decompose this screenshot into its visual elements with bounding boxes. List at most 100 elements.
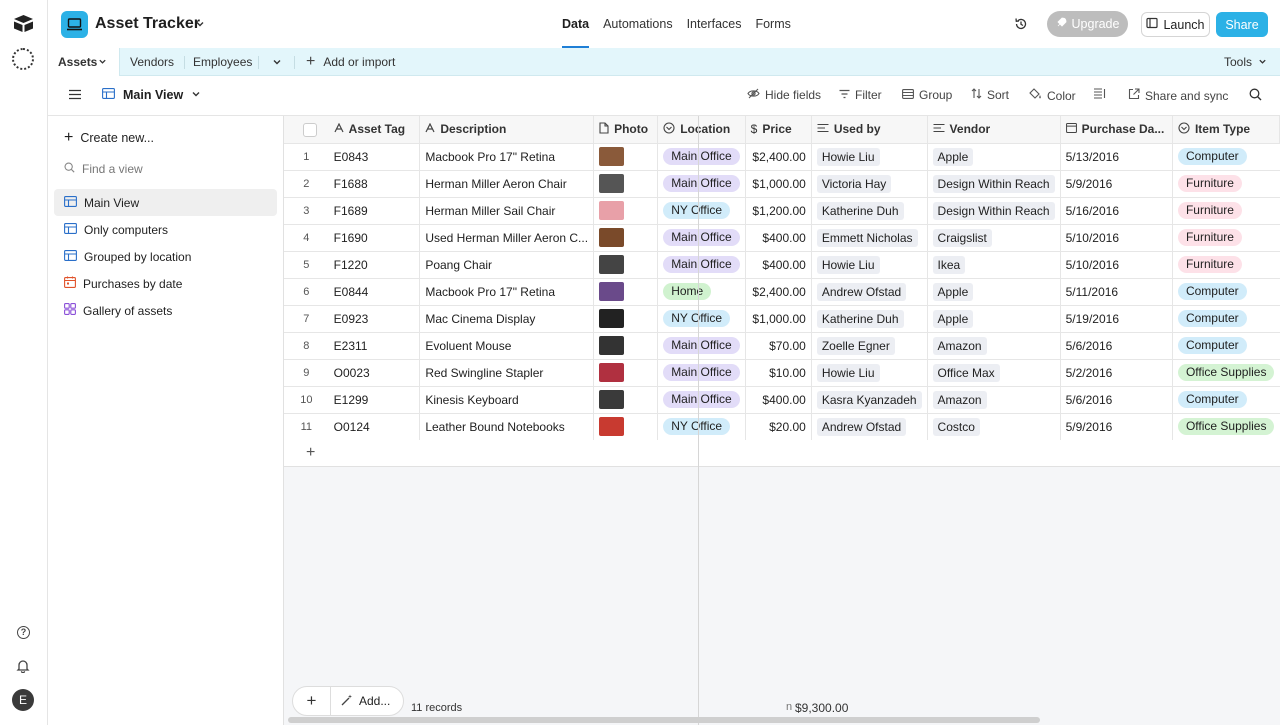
cell-item-type[interactable]: Computer: [1172, 278, 1280, 306]
share-button[interactable]: Share: [1216, 12, 1268, 37]
sidebar-view-only-computers[interactable]: Only computers: [54, 216, 277, 243]
cell-purchase-date[interactable]: 5/6/2016: [1060, 332, 1173, 360]
cell-location[interactable]: NY Office: [657, 413, 746, 441]
cell-purchase-date[interactable]: 5/2/2016: [1060, 359, 1173, 387]
cell-price[interactable]: $400.00: [745, 224, 812, 252]
cell-vendor[interactable]: Costco: [927, 413, 1061, 441]
column-header-item-type[interactable]: Item Type: [1172, 116, 1280, 144]
nav-forms[interactable]: Forms: [748, 0, 797, 48]
help-icon[interactable]: ?: [17, 626, 30, 639]
cell-item-type[interactable]: Office Supplies: [1172, 359, 1280, 387]
cell-price[interactable]: $70.00: [745, 332, 812, 360]
photo-thumbnail[interactable]: [599, 363, 625, 382]
workspace-loading-icon[interactable]: [12, 48, 34, 70]
cell-used-by[interactable]: Katherine Duh: [811, 197, 928, 225]
cell-used-by[interactable]: Zoelle Egner: [811, 332, 928, 360]
cell-photo[interactable]: [593, 413, 659, 441]
table-row[interactable]: 9 O0023 Red Swingline Stapler Main Office $1…: [284, 359, 1280, 387]
cell-vendor[interactable]: Office Max: [927, 359, 1061, 387]
cell-location[interactable]: Main Office: [657, 251, 746, 279]
nav-interfaces[interactable]: Interfaces: [680, 0, 749, 48]
cell-location[interactable]: Main Office: [657, 224, 746, 252]
base-title[interactable]: Asset Tracker: [95, 15, 200, 33]
cell-description[interactable]: Macbook Pro 17" Retina: [419, 278, 595, 306]
nav-data[interactable]: Data: [555, 0, 596, 48]
cell-vendor[interactable]: Design Within Reach: [927, 197, 1061, 225]
cell-description[interactable]: Red Swingline Stapler: [419, 359, 595, 387]
cell-item-type[interactable]: Furniture: [1172, 251, 1280, 279]
cell-purchase-date[interactable]: 5/10/2016: [1060, 251, 1173, 279]
plus-icon[interactable]: +: [306, 444, 315, 462]
cell-location[interactable]: NY Office: [657, 197, 746, 225]
cell-item-type[interactable]: Computer: [1172, 386, 1280, 414]
create-new-view-button[interactable]: + Create new...: [54, 124, 277, 151]
cell-photo[interactable]: [593, 386, 659, 414]
sidebar-view-purchases-by-date[interactable]: Purchases by date: [54, 270, 277, 297]
cell-purchase-date[interactable]: 5/11/2016: [1060, 278, 1173, 306]
cell-used-by[interactable]: Victoria Hay: [811, 170, 928, 198]
airtable-logo-icon[interactable]: [13, 14, 34, 36]
column-header-used-by[interactable]: Used by: [811, 116, 928, 144]
cell-location[interactable]: Main Office: [657, 332, 746, 360]
cell-asset-tag[interactable]: E0843: [328, 143, 421, 171]
add-record-menu-button[interactable]: Add...: [331, 694, 390, 709]
cell-photo[interactable]: [593, 197, 659, 225]
cell-asset-tag[interactable]: O0124: [328, 413, 421, 441]
cell-used-by[interactable]: Emmett Nicholas: [811, 224, 928, 252]
column-header-photo[interactable]: Photo: [593, 116, 659, 144]
cell-used-by[interactable]: Kasra Kyanzadeh: [811, 386, 928, 414]
cell-price[interactable]: $400.00: [745, 251, 812, 279]
cell-location[interactable]: Main Office: [657, 170, 746, 198]
cell-price[interactable]: $10.00: [745, 359, 812, 387]
group-button[interactable]: Group: [902, 88, 952, 102]
tab-employees[interactable]: Employees: [193, 48, 252, 76]
column-header-price[interactable]: $ Price: [745, 116, 812, 144]
cell-purchase-date[interactable]: 5/9/2016: [1060, 170, 1173, 198]
photo-thumbnail[interactable]: [599, 228, 625, 247]
cell-item-type[interactable]: Office Supplies: [1172, 413, 1280, 441]
cell-purchase-date[interactable]: 5/9/2016: [1060, 413, 1173, 441]
cell-location[interactable]: Main Office: [657, 143, 746, 171]
table-row[interactable]: 11 O0124 Leather Bound Notebooks NY Office $…: [284, 413, 1280, 441]
cell-photo[interactable]: [593, 143, 659, 171]
cell-price[interactable]: $1,000.00: [745, 170, 812, 198]
cell-vendor[interactable]: Apple: [927, 143, 1061, 171]
filter-button[interactable]: Filter: [839, 88, 882, 102]
sidebar-view-main-view[interactable]: Main View: [54, 189, 277, 216]
cell-used-by[interactable]: Katherine Duh: [811, 305, 928, 333]
cell-photo[interactable]: [593, 278, 659, 306]
cell-purchase-date[interactable]: 5/16/2016: [1060, 197, 1173, 225]
cell-item-type[interactable]: Furniture: [1172, 197, 1280, 225]
cell-purchase-date[interactable]: 5/10/2016: [1060, 224, 1173, 252]
cell-price[interactable]: $1,000.00: [745, 305, 812, 333]
table-row[interactable]: 4 F1690 Used Herman Miller Aeron C... Main …: [284, 224, 1280, 252]
share-and-sync-button[interactable]: Share and sync: [1128, 88, 1228, 103]
chevron-down-icon[interactable]: [195, 18, 205, 32]
find-view-field[interactable]: Find a view: [54, 155, 277, 182]
table-row[interactable]: 7 E0923 Mac Cinema Display NY Office $1,000.…: [284, 305, 1280, 333]
search-icon[interactable]: [1249, 88, 1262, 101]
sort-button[interactable]: Sort: [971, 88, 1009, 102]
cell-used-by[interactable]: Howie Liu: [811, 251, 928, 279]
cell-asset-tag[interactable]: F1689: [328, 197, 421, 225]
cell-photo[interactable]: [593, 170, 659, 198]
photo-thumbnail[interactable]: [599, 147, 625, 166]
cell-asset-tag[interactable]: E0844: [328, 278, 421, 306]
column-header-vendor[interactable]: Vendor: [927, 116, 1061, 144]
cell-used-by[interactable]: Andrew Ofstad: [811, 413, 928, 441]
cell-vendor[interactable]: Apple: [927, 278, 1061, 306]
cell-vendor[interactable]: Amazon: [927, 386, 1061, 414]
add-record-row[interactable]: +: [284, 440, 1280, 467]
cell-purchase-date[interactable]: 5/13/2016: [1060, 143, 1173, 171]
cell-description[interactable]: Herman Miller Sail Chair: [419, 197, 595, 225]
cell-used-by[interactable]: Howie Liu: [811, 143, 928, 171]
cell-description[interactable]: Kinesis Keyboard: [419, 386, 595, 414]
cell-price[interactable]: $20.00: [745, 413, 812, 441]
tools-button[interactable]: Tools: [1224, 48, 1267, 76]
select-all-checkbox[interactable]: [303, 122, 317, 137]
add-record-button[interactable]: +: [293, 687, 331, 715]
select-all-cell[interactable]: [284, 116, 329, 144]
cell-item-type[interactable]: Computer: [1172, 305, 1280, 333]
bell-icon[interactable]: [16, 659, 30, 676]
horizontal-scrollbar[interactable]: [288, 717, 1040, 723]
